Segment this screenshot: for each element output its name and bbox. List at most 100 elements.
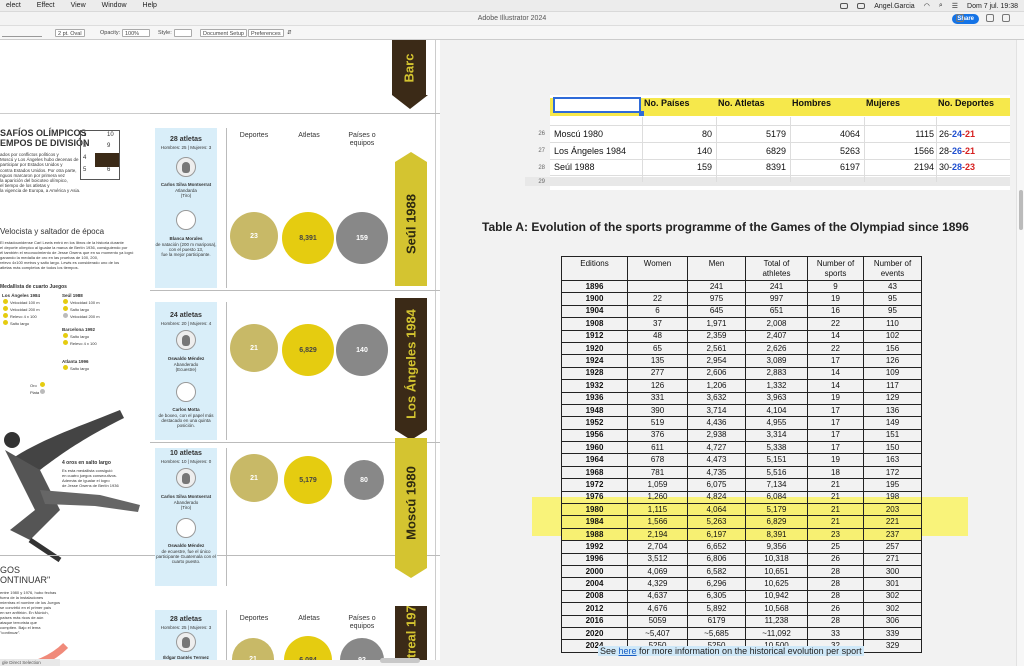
cell-deportes[interactable]: 30-28-23 — [939, 162, 975, 172]
cell-women: 4,637 — [627, 589, 688, 604]
cell-edition: 1928 — [561, 366, 628, 381]
cell-edition: 2016 — [561, 614, 628, 628]
cell-edition: 1960 — [561, 441, 628, 455]
cell-games[interactable]: Los Ángeles 1984 — [554, 146, 626, 156]
battery-icon[interactable] — [857, 3, 866, 9]
cell-games[interactable]: Seúl 1988 — [554, 162, 595, 172]
header-atletas[interactable]: No. Atletas — [718, 98, 765, 108]
horizontal-scrollbar[interactable] — [380, 658, 420, 663]
flagbearer-name: Carlos Silva Montserrat — [160, 494, 212, 499]
cell-mujeres[interactable]: 1115 — [866, 129, 934, 139]
header-mujeres[interactable]: Mujeres — [866, 98, 900, 108]
paises-circle: 92 — [340, 638, 384, 660]
cell-total: 2,407 — [745, 329, 808, 343]
row-number[interactable]: 29 — [530, 179, 545, 185]
cell-events: 195 — [863, 478, 922, 492]
grid-line — [150, 290, 440, 291]
row-number[interactable]: 27 — [530, 148, 545, 154]
scrollbar-thumb[interactable] — [1019, 190, 1023, 230]
style-select[interactable] — [174, 29, 192, 37]
here-link[interactable]: here — [619, 646, 637, 656]
table-row: 1956 376 2,938 3,314 17 151 — [561, 428, 922, 443]
table-row: 1896 241 241 9 43 — [561, 279, 922, 294]
app-status-icon[interactable] — [840, 3, 849, 9]
spreadsheet-snippet[interactable]: No. Países No. Atletas Hombres Mujeres N… — [525, 95, 1010, 190]
gold-medal-icon — [3, 320, 8, 325]
deportes-header: Deportes — [239, 132, 269, 139]
cell-sports: 28 — [807, 577, 864, 591]
paises-header: Países o equipos — [348, 615, 376, 630]
cell-games[interactable]: Moscú 1980 — [554, 129, 603, 139]
header-number-sports: Number of sports — [807, 256, 864, 281]
clock[interactable]: Dom 7 jul. 19:38 — [967, 3, 1018, 10]
table-row: 1992 2,704 6,652 9,356 25 257 — [561, 540, 922, 554]
cell-paises[interactable]: 80 — [644, 129, 712, 139]
menu-view[interactable]: View — [71, 2, 86, 9]
medal-item: Relevo 4 x 100 — [70, 341, 97, 346]
fill-handle[interactable] — [639, 111, 644, 116]
search-icon[interactable]: ⌕ — [939, 2, 943, 10]
long-jump-title: 4 oros en salto largo — [62, 460, 111, 466]
cell-atletas[interactable]: 5179 — [718, 129, 786, 139]
cell-paises[interactable]: 159 — [644, 162, 712, 172]
header-number-events: Number of events — [863, 256, 922, 281]
velocista-text: El estadounidense Carl Lewis entró en lo… — [0, 240, 134, 270]
menu-help[interactable]: Help — [143, 2, 157, 9]
artboard[interactable]: Barc SAFÍOS OLÍMPICOS EMPOS DE DIVISIÓN … — [0, 40, 440, 660]
stroke-weight-field[interactable] — [2, 29, 42, 37]
arrange-icon[interactable]: ⇵ — [287, 29, 292, 37]
menu-select[interactable]: elect — [6, 2, 21, 9]
cell-mujeres[interactable]: 2194 — [866, 162, 934, 172]
cell-men: 6,197 — [687, 527, 746, 542]
cell-mujeres[interactable]: 1566 — [866, 146, 934, 156]
cell-men: 3,714 — [687, 403, 746, 418]
header-paises[interactable]: No. Países — [644, 98, 690, 108]
header-deportes[interactable]: No. Deportes — [938, 98, 994, 108]
row-number[interactable]: 28 — [530, 165, 545, 171]
best-athlete-note: de ecuestre, fue el único participante G… — [156, 549, 216, 564]
athletes-subtitle: Hombres: 10 | Mujeres: 0 — [160, 459, 212, 464]
cell-edition: 1984 — [561, 515, 628, 529]
cell-deportes[interactable]: 26-24-21 — [939, 129, 975, 139]
status-tool: gle Direct Selection — [0, 659, 60, 666]
arrange-icon[interactable] — [1002, 14, 1010, 22]
cell-sports: 21 — [807, 515, 864, 529]
cell-deportes[interactable]: 28-26-21 — [939, 146, 975, 156]
header-hombres[interactable]: Hombres — [792, 98, 831, 108]
user-name[interactable]: Angel.Garcia — [874, 3, 914, 10]
best-athlete-name: Oswaldo Méndez — [167, 543, 205, 548]
table-row: 1996 3,512 6,806 10,318 26 271 — [561, 552, 922, 567]
cell-paises[interactable]: 140 — [644, 146, 712, 156]
control-center-icon[interactable]: ☰ — [952, 2, 958, 10]
selected-cell[interactable] — [553, 97, 641, 113]
preferences-button[interactable]: Preferences — [248, 29, 284, 37]
menu-window[interactable]: Window — [102, 2, 127, 9]
vertical-scrollbar[interactable] — [1016, 40, 1024, 666]
cell-hombres[interactable]: 5263 — [792, 146, 860, 156]
cell-events: 300 — [863, 564, 922, 579]
cell-total: 5,516 — [745, 465, 808, 480]
table-row: 1932 126 1,206 1,332 14 117 — [561, 379, 922, 393]
opacity-field[interactable]: 100% — [122, 29, 150, 37]
cell-total: 6,084 — [745, 490, 808, 505]
row-divider — [550, 125, 1010, 126]
wifi-icon[interactable]: ◠ — [924, 2, 930, 10]
panel-toggle-icon[interactable] — [986, 14, 994, 22]
cell-atletas[interactable]: 8391 — [718, 162, 786, 172]
paises-circle: 140 — [336, 324, 388, 376]
cell-hombres[interactable]: 4064 — [792, 129, 860, 139]
grid-number: 3 — [83, 143, 87, 149]
menu-effect[interactable]: Effect — [37, 2, 55, 9]
cell-edition: 1988 — [561, 527, 628, 542]
document-setup-button[interactable]: Document Setup — [200, 29, 247, 37]
cell-edition: 1952 — [561, 416, 628, 430]
search-icon[interactable] — [956, 14, 964, 22]
cell-hombres[interactable]: 6197 — [792, 162, 860, 172]
table-row: 1912 48 2,359 2,407 14 102 — [561, 329, 922, 343]
footer-suffix: for more information on the historical e… — [636, 646, 862, 656]
cell-atletas[interactable]: 6829 — [718, 146, 786, 156]
column-divider — [936, 117, 937, 182]
cell-women: 4,676 — [627, 602, 688, 616]
row-number[interactable]: 26 — [530, 131, 545, 137]
brush-select[interactable]: 2 pt. Oval — [55, 29, 85, 37]
